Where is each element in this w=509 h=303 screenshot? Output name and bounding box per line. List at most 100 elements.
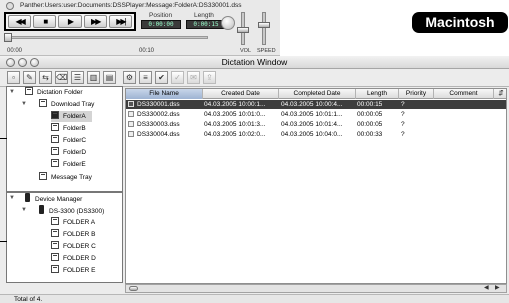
column-file-name[interactable]: File Name [126,89,203,99]
horizontal-scrollbar[interactable]: ◀ ▶ [125,284,507,293]
folder-icon [25,87,33,95]
join-icon[interactable]: ▤ [103,71,116,84]
device-icon [25,193,30,202]
folder-icon [51,253,59,261]
folder-icon [51,241,59,249]
delete-icon[interactable]: ⌫ [55,71,68,84]
fast-forward-button[interactable]: ▶▶ [83,15,107,28]
folder-icon [51,159,59,167]
length-label: Length [194,12,214,19]
check-icon[interactable]: ✔ [155,71,168,84]
new-icon[interactable]: ▫ [7,71,20,84]
list-header: File Name Created Date Completed Date Le… [126,89,506,99]
edit-icon[interactable]: ≡ [139,71,152,84]
column-completed-date[interactable]: Completed Date [279,89,356,99]
transport-controls: ◀◀ ■ ▶ ▶▶ ▶▶| [4,12,136,31]
table-row[interactable]: DS330002.dss 04.03.2005 10:01:0... 04.03… [126,110,506,119]
folder-icon [51,135,59,143]
scroll-thumb[interactable] [129,286,138,291]
toolbar: ▫ ✎ ⇆ ⌫ ☰ ▥ ▤ ⚙ ≡ ✔ ✓ ✉ ⇪ [0,69,509,87]
expand-triangle-icon[interactable]: ▼ [9,89,15,95]
tree-item-ds3300[interactable]: DS-3300 (DS3300) [39,205,104,216]
volume-label: VOL [240,48,252,54]
file-icon [128,101,134,107]
device-manager-tree: ▼ Device Manager ▼ DS-3300 (DS3300) FOLD… [6,192,123,283]
tree-item-device-manager[interactable]: Device Manager [25,193,82,204]
list-icon[interactable]: ☰ [71,71,84,84]
tree-item-download-tray[interactable]: Download Tray [39,99,94,110]
tree-item-folderc[interactable]: FolderC [51,135,86,146]
title-bar: Dictation Window [0,56,509,69]
dictation-window: Dictation Window ▫ ✎ ⇆ ⌫ ☰ ▥ ▤ ⚙ ≡ ✔ ✓ ✉… [0,56,509,303]
tick-start: 00:00 [7,48,23,54]
properties-icon[interactable]: ⚙ [123,71,136,84]
split-icon[interactable]: ▥ [87,71,100,84]
move-icon[interactable]: ⇆ [39,71,52,84]
folder-icon [51,265,59,273]
column-comment[interactable]: Comment [434,89,494,99]
speed-handle[interactable] [258,22,270,28]
folder-dark-icon [51,111,59,119]
tree-item-dictation-folder[interactable]: Dictation Folder [25,87,83,98]
speed-label: SPEED [257,48,276,54]
device-icon [39,205,44,214]
stop-button[interactable]: ■ [33,15,57,28]
tree-item-device-folder-c[interactable]: FOLDER C [51,241,96,252]
speed-slider[interactable] [262,12,266,45]
scroll-right-icon[interactable]: ▶ [495,285,500,292]
volume-handle[interactable] [237,27,249,33]
record-icon[interactable]: ✎ [23,71,36,84]
file-icon [128,121,134,127]
table-row[interactable]: DS330003.dss 04.03.2005 10:01:3... 04.03… [126,120,506,129]
folder-icon [39,99,47,107]
table-row[interactable]: DS330001.dss 04.03.2005 10:00:1... 04.03… [126,100,506,109]
tick-mid: 00:10 [139,48,155,54]
window-title: Dictation Window [221,57,288,67]
tree-item-device-folder-d[interactable]: FOLDER D [51,253,96,264]
folder-icon [51,217,59,225]
tree-item-message-tray[interactable]: Message Tray [39,172,92,183]
folder-icon [51,147,59,155]
verify-icon[interactable]: ✓ [171,71,184,84]
macintosh-badge: Macintosh [412,12,508,33]
column-length[interactable]: Length [356,89,399,99]
status-bar: Total of 4. [0,294,509,303]
close-icon[interactable] [6,2,14,10]
folder-icon [51,123,59,131]
position-display: 0:00:00 [141,20,181,29]
file-icon [128,131,134,137]
tree-item-device-folder-e[interactable]: FOLDER E [51,265,96,276]
callout-line [0,138,7,139]
tree-item-foldere[interactable]: FolderE [51,159,86,170]
ftp-icon[interactable]: ⇪ [203,71,216,84]
seek-handle[interactable] [4,33,12,42]
tree-item-folderb[interactable]: FolderB [51,123,86,134]
player-bar: Panther:Users:user:Documents:DSSPlayer:M… [0,0,280,56]
expand-triangle-icon[interactable]: ▼ [21,207,27,213]
tree-item-device-folder-a[interactable]: FOLDER A [51,217,95,228]
table-row[interactable]: DS330004.dss 04.03.2005 10:02:0... 04.03… [126,130,506,139]
column-options-icon[interactable]: ⇵ [494,89,506,99]
callout-line [0,241,7,242]
seek-slider[interactable] [8,36,208,39]
rewind-button[interactable]: ◀◀ [8,15,32,28]
play-button[interactable]: ▶ [58,15,82,28]
file-list: File Name Created Date Completed Date Le… [125,88,507,284]
expand-triangle-icon[interactable]: ▼ [21,101,27,107]
folder-icon [39,172,47,180]
position-label: Position [149,12,173,19]
file-icon [128,111,134,117]
indicator-icon [221,16,235,30]
player-file-path: Panther:Users:user:Documents:DSSPlayer:M… [20,2,242,9]
column-priority[interactable]: Priority [399,89,434,99]
expand-triangle-icon[interactable]: ▼ [9,195,15,201]
mail-icon[interactable]: ✉ [187,71,200,84]
folder-icon [51,229,59,237]
next-button[interactable]: ▶▶| [108,15,133,28]
tree-item-folderd[interactable]: FolderD [51,147,86,158]
tree-item-foldera[interactable]: FolderA [51,111,92,122]
tree-item-device-folder-b[interactable]: FOLDER B [51,229,96,240]
scroll-left-icon[interactable]: ◀ [484,285,489,292]
column-created-date[interactable]: Created Date [203,89,279,99]
length-display: 0:00:15 [186,20,226,29]
